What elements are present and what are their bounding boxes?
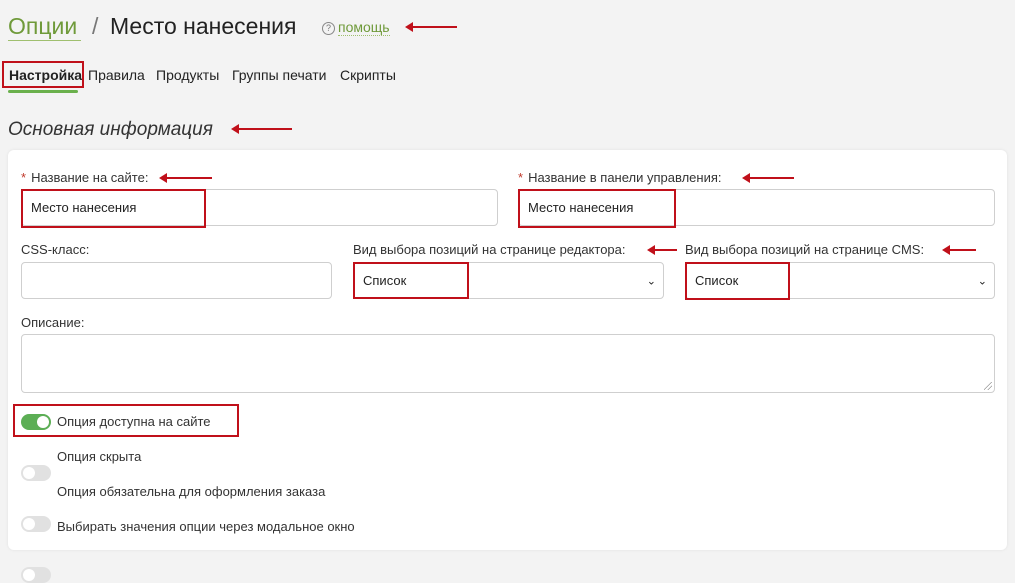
- annotation-box-toggle-available: [13, 404, 239, 437]
- css-class-label: CSS-класс:: [21, 242, 90, 257]
- annotation-arrow-editor-select: [647, 243, 677, 257]
- toggle-required-for-order[interactable]: [21, 516, 51, 532]
- panel-name-label: * Название в панели управления:: [518, 170, 722, 186]
- annotation-box-cms-select: [685, 262, 790, 300]
- editor-select-label: Вид выбора позиций на странице редактора…: [353, 242, 626, 257]
- annotation-box-panel-name: [518, 189, 676, 228]
- toggle-knob: [23, 467, 35, 479]
- resize-grip-icon[interactable]: [984, 382, 992, 390]
- chevron-down-icon: ⌄: [646, 275, 656, 287]
- annotation-arrow-help: [405, 20, 457, 34]
- panel-name-label-text: Название в панели управления:: [528, 170, 722, 185]
- tab-print-groups[interactable]: Группы печати: [232, 66, 326, 84]
- site-name-label-text: Название на сайте:: [31, 170, 149, 185]
- active-tab-indicator: [8, 90, 78, 93]
- annotation-box-site-name: [21, 189, 206, 228]
- description-textarea[interactable]: [21, 334, 995, 393]
- css-class-input[interactable]: [21, 262, 332, 299]
- annotation-arrow-section: [231, 122, 292, 136]
- toggle-modal-select[interactable]: [21, 567, 51, 583]
- tab-scripts[interactable]: Скрипты: [340, 66, 396, 84]
- tab-rules[interactable]: Правила: [88, 66, 145, 84]
- annotation-arrow-panel-name: [742, 171, 794, 185]
- toggle-hidden[interactable]: [21, 465, 51, 481]
- chevron-down-icon: ⌄: [977, 275, 987, 287]
- description-label: Описание:: [21, 315, 85, 330]
- toggle-required-for-order-label: Опция обязательна для оформления заказа: [57, 484, 326, 499]
- question-circle-icon: ?: [322, 21, 335, 35]
- toggle-knob: [23, 569, 35, 581]
- help-link[interactable]: ? помощь: [322, 20, 390, 36]
- toggle-knob: [23, 518, 35, 530]
- annotation-box-editor-select: [353, 262, 469, 299]
- required-mark: *: [21, 170, 27, 185]
- site-name-label: * Название на сайте:: [21, 170, 148, 186]
- page-title: Место нанесения: [110, 13, 297, 39]
- breadcrumb-separator: /: [92, 13, 99, 39]
- breadcrumb-underline: [8, 40, 81, 41]
- required-mark: *: [518, 170, 524, 185]
- cms-select-label: Вид выбора позиций на странице CMS:: [685, 242, 925, 257]
- annotation-arrow-site-name: [159, 171, 212, 185]
- section-title: Основная информация: [8, 119, 213, 140]
- tab-products[interactable]: Продукты: [156, 66, 219, 84]
- breadcrumb-options-link[interactable]: Опции: [8, 12, 77, 40]
- toggle-hidden-label: Опция скрыта: [57, 449, 142, 464]
- annotation-arrow-cms-select: [942, 243, 976, 257]
- help-link-label: помощь: [338, 19, 390, 36]
- toggle-modal-select-label: Выбирать значения опции через модальное …: [57, 519, 355, 534]
- annotation-box-tab-settings: [2, 61, 84, 88]
